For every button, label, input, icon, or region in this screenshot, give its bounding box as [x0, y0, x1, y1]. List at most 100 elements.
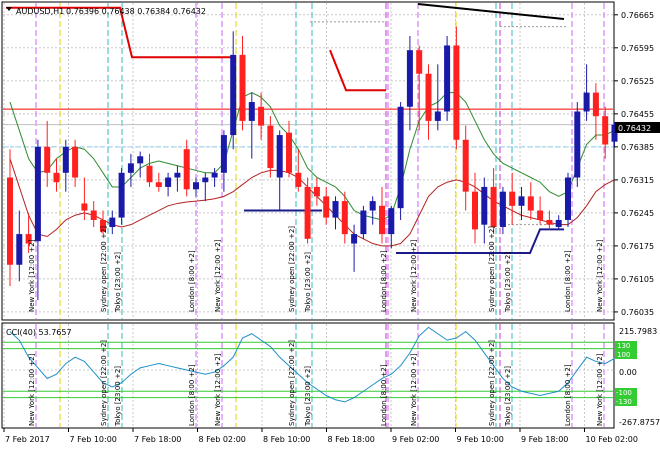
session-label: Tokyo [23:00 +2]	[504, 366, 512, 427]
time-tick-label: 7 Feb 18:00	[134, 435, 181, 444]
candle-body	[193, 182, 199, 190]
candle-body	[118, 172, 125, 218]
time-tick-label: 7 Feb 10:00	[70, 435, 117, 444]
candle-body	[499, 191, 506, 228]
session-label: Sydney open [22:00 +2]	[100, 340, 108, 426]
candle-body	[472, 191, 478, 230]
candle-body	[211, 172, 218, 178]
cci-axis-max: 215.7983	[619, 327, 657, 336]
session-label: Sydney open [22:00 +2]	[488, 340, 496, 426]
session-label: New York [12:00 +2]	[596, 353, 604, 426]
candle-body	[360, 210, 367, 235]
price-tick-label: 0.76455	[621, 110, 654, 119]
session-label: Tokyo [23:00 +2]	[304, 366, 312, 427]
cci-label: CCI(40) 53.7657	[6, 328, 72, 337]
price-axis[interactable]: 0.76665 0.76595 0.76525 0.76455 0.76385 0.763…	[614, 11, 654, 317]
session-label: Sydney open [22:00 +2]	[288, 226, 296, 312]
candle-body	[518, 196, 525, 206]
price-tick-label: 0.76105	[621, 275, 654, 284]
candle-body	[7, 177, 13, 265]
candle-body	[174, 172, 181, 178]
candle-body	[267, 125, 274, 169]
cci-axis-zero: 0.00	[619, 368, 637, 377]
candle-body	[248, 102, 255, 121]
session-label: New York [12:00 +2]	[410, 239, 418, 312]
session-label: Sydney open [22:00 +2]	[488, 226, 496, 312]
candle-body	[555, 219, 562, 228]
candle-body	[574, 111, 581, 178]
session-label: Sydney open [22:00 +2]	[100, 226, 108, 312]
candle-body	[276, 135, 283, 178]
candle-body	[258, 106, 265, 126]
session-label: London [8:00 +2]	[380, 364, 388, 426]
candle-body	[165, 177, 172, 187]
candle-body	[602, 116, 609, 145]
time-axis[interactable]: 7 Feb 2017 7 Feb 10:00 7 Feb 18:00 8 Feb 02…	[3, 428, 638, 444]
candle-body	[351, 234, 358, 244]
candle-body	[527, 196, 534, 211]
time-tick-label: 9 Feb 18:00	[521, 435, 568, 444]
candle-body	[453, 45, 460, 140]
candle-body	[462, 139, 469, 192]
trading-chart[interactable]: New York [12:00 +2] New York [12:00 +2] Sy…	[0, 0, 660, 450]
candle-body	[341, 201, 348, 235]
candle-body	[220, 135, 227, 173]
time-tick-label: 9 Feb 10:00	[457, 435, 504, 444]
cci-axis-min: -267.8757	[619, 418, 660, 427]
candle-body	[481, 186, 488, 225]
candle-body	[434, 111, 441, 121]
candle-body	[444, 45, 451, 112]
candle-body	[313, 186, 320, 197]
price-tick-label: 0.76035	[621, 308, 654, 317]
candle-body	[323, 196, 330, 218]
candle-body	[53, 172, 60, 183]
price-tick-label: 0.76315	[621, 176, 654, 185]
candle-body	[72, 146, 79, 178]
cci-level-neg2-label: -130	[616, 398, 632, 406]
time-tick-label: 10 Feb 02:00	[586, 435, 638, 444]
candle-body	[34, 146, 41, 242]
candle-body	[295, 172, 302, 187]
candle-body	[537, 210, 544, 220]
candle-body	[62, 146, 69, 173]
candle-body	[155, 182, 162, 187]
cci-level-neg-label: -100	[616, 389, 632, 397]
session-label: Sydney open [22:00 +2]	[288, 340, 296, 426]
session-label: New York [12:00 +2]	[214, 239, 222, 312]
candle-body	[183, 149, 190, 190]
time-tick-label: 8 Feb 10:00	[263, 435, 310, 444]
candle-body	[397, 106, 404, 209]
price-tick-label: 0.76385	[621, 143, 654, 152]
candle-body	[379, 205, 385, 235]
candle-body	[90, 210, 97, 220]
cci-level-pos2-label: 130	[617, 342, 630, 350]
candle-body	[509, 191, 516, 206]
session-label: London [8:00 +2]	[564, 250, 572, 312]
candle-body	[592, 92, 599, 117]
candle-body	[44, 146, 51, 173]
price-tick-label: 0.76175	[621, 242, 654, 251]
session-label: New York [12:00 +2]	[214, 353, 222, 426]
session-label: London [8:00 +2]	[188, 364, 196, 426]
candle-body	[332, 201, 339, 218]
session-label: New York [12:00 +2]	[410, 353, 418, 426]
candle-body	[230, 54, 237, 136]
candle-body	[286, 132, 292, 173]
candle-body	[16, 234, 23, 265]
session-label: Tokyo [23:00 +2]	[114, 252, 122, 313]
candle-body	[425, 73, 432, 121]
candle-body	[369, 201, 376, 211]
time-tick-label: 8 Feb 18:00	[328, 435, 375, 444]
session-label: London [8:00 +2]	[564, 364, 572, 426]
candle-body	[109, 217, 116, 228]
session-label: New York [12:00 +2]	[596, 239, 604, 312]
candle-body	[137, 156, 144, 164]
candle-body	[565, 177, 571, 220]
candle-body	[127, 163, 134, 173]
candle-body	[583, 92, 590, 112]
candle-body	[146, 165, 153, 183]
price-tick-label: 0.76245	[621, 209, 654, 218]
time-tick-label: 8 Feb 02:00	[199, 435, 246, 444]
price-tick-label: 0.76525	[621, 77, 654, 86]
candle-body	[239, 54, 246, 121]
